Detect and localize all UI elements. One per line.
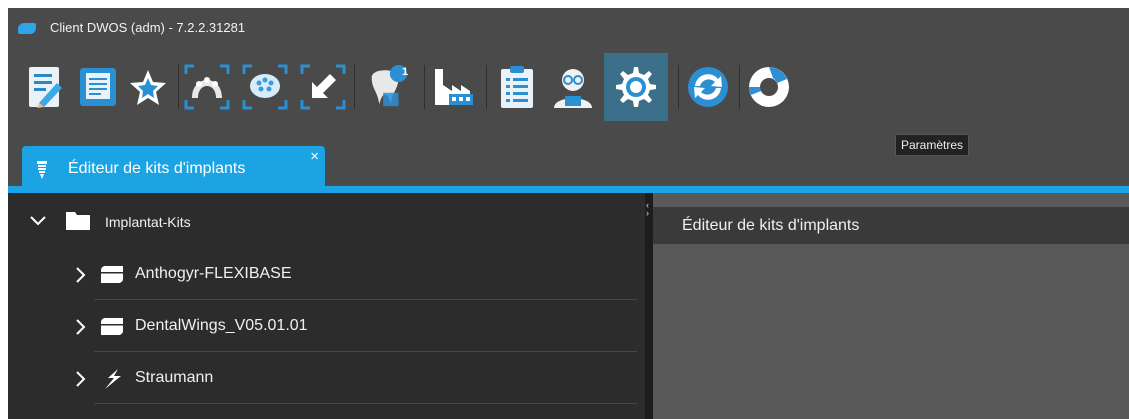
tab-accent-bar [8,186,1129,193]
clipboard-checklist-icon [501,66,533,108]
row-divider [94,403,637,404]
tab-label: Éditeur de kits d'implants [68,160,246,177]
row-divider [94,299,637,300]
toolbar-separator [354,65,355,109]
toolbar-separator [424,65,425,109]
editor-panel-header: Éditeur de kits d'implants [653,207,1129,244]
folder-icon [66,212,90,230]
tree-root-label: Implantat-Kits [105,214,191,230]
tree-item-label: Anthogyr-FLEXIBASE [135,265,292,282]
import-button[interactable] [300,53,346,121]
document-list-icon [80,68,116,106]
edit-document-button[interactable] [22,53,68,121]
chevron-right-icon[interactable] [76,267,86,283]
import-arrow-icon [300,64,346,110]
toolbar-separator [739,65,740,109]
toolbar-separator [678,65,679,109]
user-glasses-icon [554,69,592,108]
refresh-icon [688,67,728,107]
edit-document-icon [29,67,62,108]
scan-upper-jaw-icon [184,64,230,110]
toolbar-separator [486,65,487,109]
kit-icon [101,318,123,335]
lifebuoy-help-icon [749,67,789,107]
collapse-grip-icon[interactable]: ‹ › [646,201,649,218]
tab-close-button[interactable]: × [310,148,319,165]
main-toolbar: 1 [8,53,1129,129]
tree-root-implantat-kits[interactable]: Implantat-Kits [8,198,645,248]
app-window: Client DWOS (adm) - 7.2.2.31281 1 Paramè… [8,8,1129,419]
implant-screw-icon [37,161,47,179]
app-logo-icon [18,23,36,34]
straumann-logo-icon [105,369,121,389]
document-list-button[interactable] [75,53,121,121]
scan-impression-icon [242,64,288,110]
window-title: Client DWOS (adm) - 7.2.2.31281 [50,20,246,35]
star-icon [130,70,166,105]
chevron-right-icon[interactable] [76,371,86,387]
notifications-button[interactable]: 1 [364,53,410,121]
settings-button[interactable] [604,53,668,121]
chevron-right-icon[interactable] [76,319,86,335]
tree-item-label: Straumann [135,369,214,386]
implant-kit-tree: Implantat-Kits Anthogyr-FLEXIBASE Dental… [8,193,645,419]
tree-item-dentalwings[interactable]: DentalWings_V05.01.01 [8,302,645,352]
help-button[interactable] [746,53,792,121]
toolbar-separator [178,65,179,109]
kit-icon [101,266,123,283]
production-button[interactable] [432,53,478,121]
editor-panel-title: Éditeur de kits d'implants [682,217,860,234]
sync-button[interactable] [685,53,731,121]
tab-implant-kit-editor[interactable]: Éditeur de kits d'implants × [22,146,325,189]
row-divider [94,351,637,352]
tree-item-anthogyr-flexibase[interactable]: Anthogyr-FLEXIBASE [8,250,645,300]
user-button[interactable] [550,53,596,121]
scan-upper-jaw-button[interactable] [184,53,230,121]
gear-icon [616,67,656,107]
tree-item-straumann[interactable]: Straumann [8,354,645,404]
title-bar: Client DWOS (adm) - 7.2.2.31281 [8,8,1129,46]
tree-item-label: DentalWings_V05.01.01 [135,317,308,334]
scan-impression-button[interactable] [242,53,288,121]
factory-icon [435,69,473,105]
notification-badge: 1 [401,66,409,78]
editor-panel: Éditeur de kits d'implants [653,193,1129,419]
orders-button[interactable] [494,53,540,121]
chevron-down-icon[interactable] [30,216,46,226]
panel-splitter[interactable]: ‹ › [645,193,653,419]
favorites-button[interactable] [125,53,171,121]
